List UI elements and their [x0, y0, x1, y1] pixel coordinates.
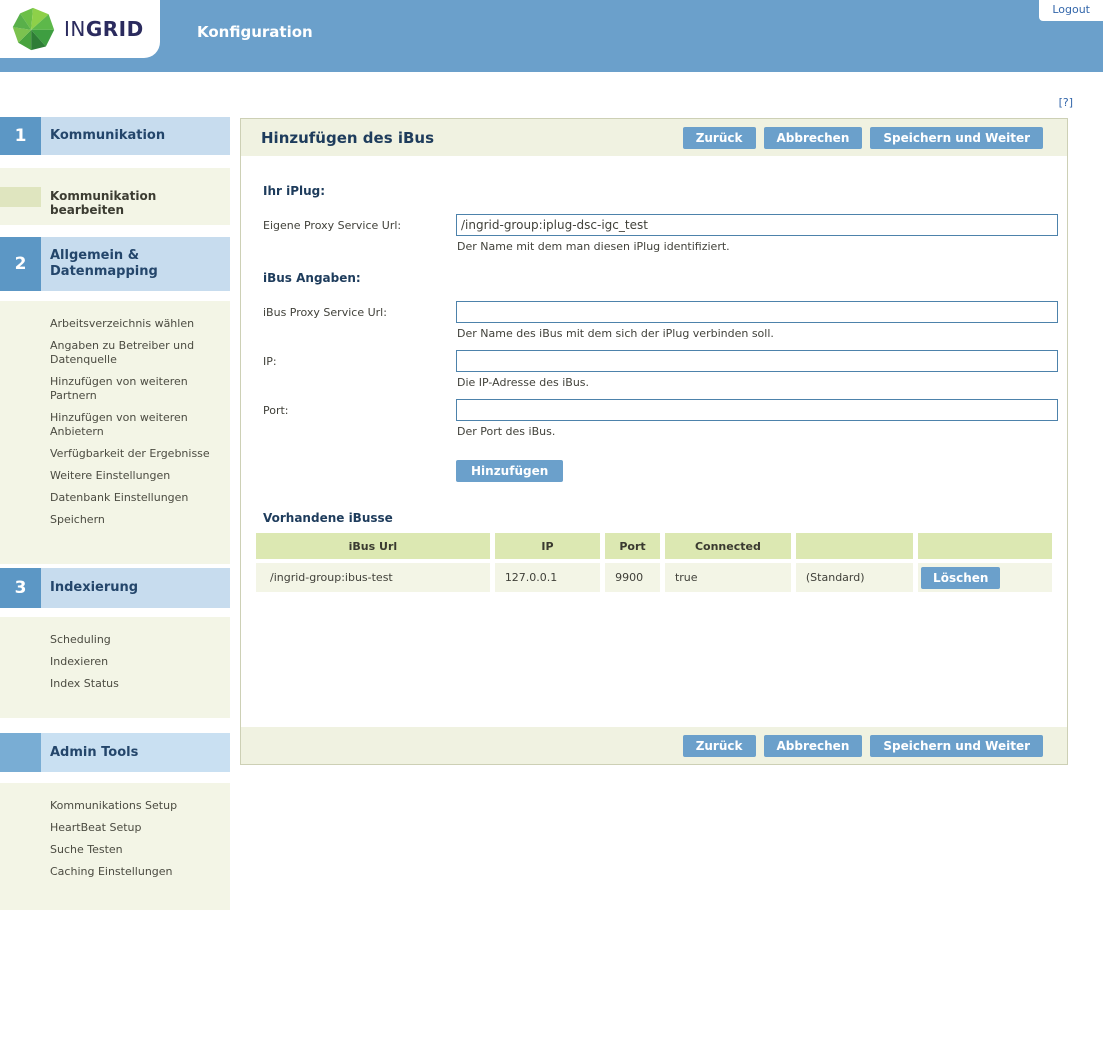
field-port: Port: Der Port des iBus. — [263, 399, 1057, 448]
cell-ip: 127.0.0.1 — [495, 563, 600, 592]
eigene-proxy-url-input[interactable] — [456, 214, 1058, 236]
field-label: IP: — [263, 350, 456, 399]
sidebar-item-suche-testen[interactable]: Suche Testen — [50, 843, 222, 857]
sidebar-item-weitere-einstellungen[interactable]: Weitere Einstellungen — [50, 469, 222, 483]
logo-box: INGRID — [0, 0, 160, 58]
field-help-text: Die IP-Adresse des iBus. — [457, 376, 1058, 390]
sidebar-item-kommunikations-setup[interactable]: Kommunikations Setup — [50, 799, 222, 813]
cancel-button-bottom[interactable]: Abbrechen — [764, 735, 863, 757]
panel-body: Ihr iPlug: Eigene Proxy Service Url: Der… — [241, 156, 1067, 727]
ibus-section-heading: iBus Angaben: — [263, 271, 1057, 285]
sidebar-item-kommunikation-bearbeiten[interactable]: Kommunikation bearbeiten — [50, 189, 230, 217]
section-label: Indexierung — [41, 568, 230, 608]
field-label: Eigene Proxy Service Url: — [263, 214, 456, 263]
sidebar-item-verfuegbarkeit[interactable]: Verfügbarkeit der Ergebnisse — [50, 447, 222, 461]
sidebar-nav: 1 Kommunikation Kommunikation bearbeiten… — [0, 117, 230, 910]
sidebar-item-indexieren[interactable]: Indexieren — [50, 655, 222, 669]
ip-input[interactable] — [456, 350, 1058, 372]
field-ip: IP: Die IP-Adresse des iBus. — [263, 350, 1057, 399]
ibus-proxy-url-input[interactable] — [456, 301, 1058, 323]
field-label: iBus Proxy Service Url: — [263, 301, 456, 350]
sidebar-item-caching-einstellungen[interactable]: Caching Einstellungen — [50, 865, 222, 879]
main-panel: Hinzufügen des iBus Zurück Abbrechen Spe… — [240, 118, 1068, 765]
table-header-row: iBus Url IP Port Connected — [256, 533, 1052, 559]
sidebar-active-item-block: Kommunikation bearbeiten — [0, 168, 230, 225]
table-row: /ingrid-group:ibus-test 127.0.0.1 9900 t… — [256, 563, 1052, 592]
back-button[interactable]: Zurück — [683, 127, 756, 149]
panel-toolbar-top: Hinzufügen des iBus Zurück Abbrechen Spe… — [241, 119, 1067, 156]
section-label: Kommunikation — [41, 117, 230, 155]
section-number: 1 — [0, 117, 41, 155]
sidebar-item-heartbeat-setup[interactable]: HeartBeat Setup — [50, 821, 222, 835]
field-eigene-proxy-url: Eigene Proxy Service Url: Der Name mit d… — [263, 214, 1057, 263]
section-number: 2 — [0, 237, 41, 291]
field-ibus-proxy-url: iBus Proxy Service Url: Der Name des iBu… — [263, 301, 1057, 350]
cell-ibus-url: /ingrid-group:ibus-test — [256, 563, 490, 592]
cell-standard: (Standard) — [796, 563, 913, 592]
section-label: Allgemein & Datenmapping — [41, 237, 230, 291]
sidebar-submenu-indexierung: Scheduling Indexieren Index Status — [0, 617, 230, 718]
save-and-next-button[interactable]: Speichern und Weiter — [870, 127, 1043, 149]
cell-port: 9900 — [605, 563, 660, 592]
active-item-marker — [0, 187, 41, 207]
sidebar-section-admin-tools[interactable]: Admin Tools — [0, 733, 230, 772]
sidebar-item-arbeitsverzeichnis[interactable]: Arbeitsverzeichnis wählen — [50, 317, 222, 331]
panel-toolbar-bottom: Zurück Abbrechen Speichern und Weiter — [241, 727, 1067, 764]
cancel-button[interactable]: Abbrechen — [764, 127, 863, 149]
sidebar-section-kommunikation[interactable]: 1 Kommunikation — [0, 117, 230, 155]
save-and-next-button-bottom[interactable]: Speichern und Weiter — [870, 735, 1043, 757]
port-input[interactable] — [456, 399, 1058, 421]
column-header-ip: IP — [495, 533, 600, 559]
iplug-section-heading: Ihr iPlug: — [263, 184, 1057, 198]
sidebar-item-angaben-betreiber[interactable]: Angaben zu Betreiber und Datenquelle — [50, 339, 222, 367]
panel-title: Hinzufügen des iBus — [261, 129, 434, 147]
section-number: 3 — [0, 568, 41, 608]
sidebar-item-weitere-anbieter[interactable]: Hinzufügen von weiteren Anbietern — [50, 411, 222, 439]
sidebar-item-scheduling[interactable]: Scheduling — [50, 633, 222, 647]
sidebar-section-allgemein-datenmapping[interactable]: 2 Allgemein & Datenmapping — [0, 237, 230, 291]
field-help-text: Der Port des iBus. — [457, 425, 1058, 439]
back-button-bottom[interactable]: Zurück — [683, 735, 756, 757]
page-title: Konfiguration — [197, 23, 313, 41]
section-label: Admin Tools — [41, 733, 230, 772]
sidebar-item-datenbank-einstellungen[interactable]: Datenbank Einstellungen — [50, 491, 222, 505]
column-header-empty — [796, 533, 913, 559]
help-link[interactable]: [?] — [1059, 96, 1073, 109]
column-header-port: Port — [605, 533, 660, 559]
sidebar-item-speichern[interactable]: Speichern — [50, 513, 222, 527]
ibus-table: iBus Url IP Port Connected /ingrid-group… — [251, 529, 1057, 596]
sidebar-section-indexierung[interactable]: 3 Indexierung — [0, 568, 230, 608]
sidebar-item-index-status[interactable]: Index Status — [50, 677, 222, 691]
column-header-empty — [918, 533, 1052, 559]
sidebar-submenu-allgemein: Arbeitsverzeichnis wählen Angaben zu Bet… — [0, 301, 230, 564]
sidebar-submenu-admin: Kommunikations Setup HeartBeat Setup Suc… — [0, 783, 230, 910]
logout-button[interactable]: Logout — [1039, 0, 1103, 21]
ibus-table-heading: Vorhandene iBusse — [263, 511, 1057, 525]
cell-connected: true — [665, 563, 791, 592]
column-header-ibus-url: iBus Url — [256, 533, 490, 559]
add-ibus-button[interactable]: Hinzufügen — [456, 460, 563, 482]
logo-wordmark: INGRID — [64, 17, 144, 41]
delete-ibus-button[interactable]: Löschen — [921, 567, 1000, 589]
app-header: INGRID Konfiguration Logout — [0, 0, 1103, 72]
section-number — [0, 733, 41, 772]
field-help-text: Der Name des iBus mit dem sich der iPlug… — [457, 327, 1058, 341]
field-label: Port: — [263, 399, 456, 448]
content-region: [?] 1 Kommunikation Kommunikation bearbe… — [0, 72, 1103, 1053]
column-header-connected: Connected — [665, 533, 791, 559]
field-help-text: Der Name mit dem man diesen iPlug identi… — [457, 240, 1058, 254]
ingrid-logo-icon — [10, 5, 56, 53]
sidebar-item-weitere-partner[interactable]: Hinzufügen von weiteren Partnern — [50, 375, 222, 403]
